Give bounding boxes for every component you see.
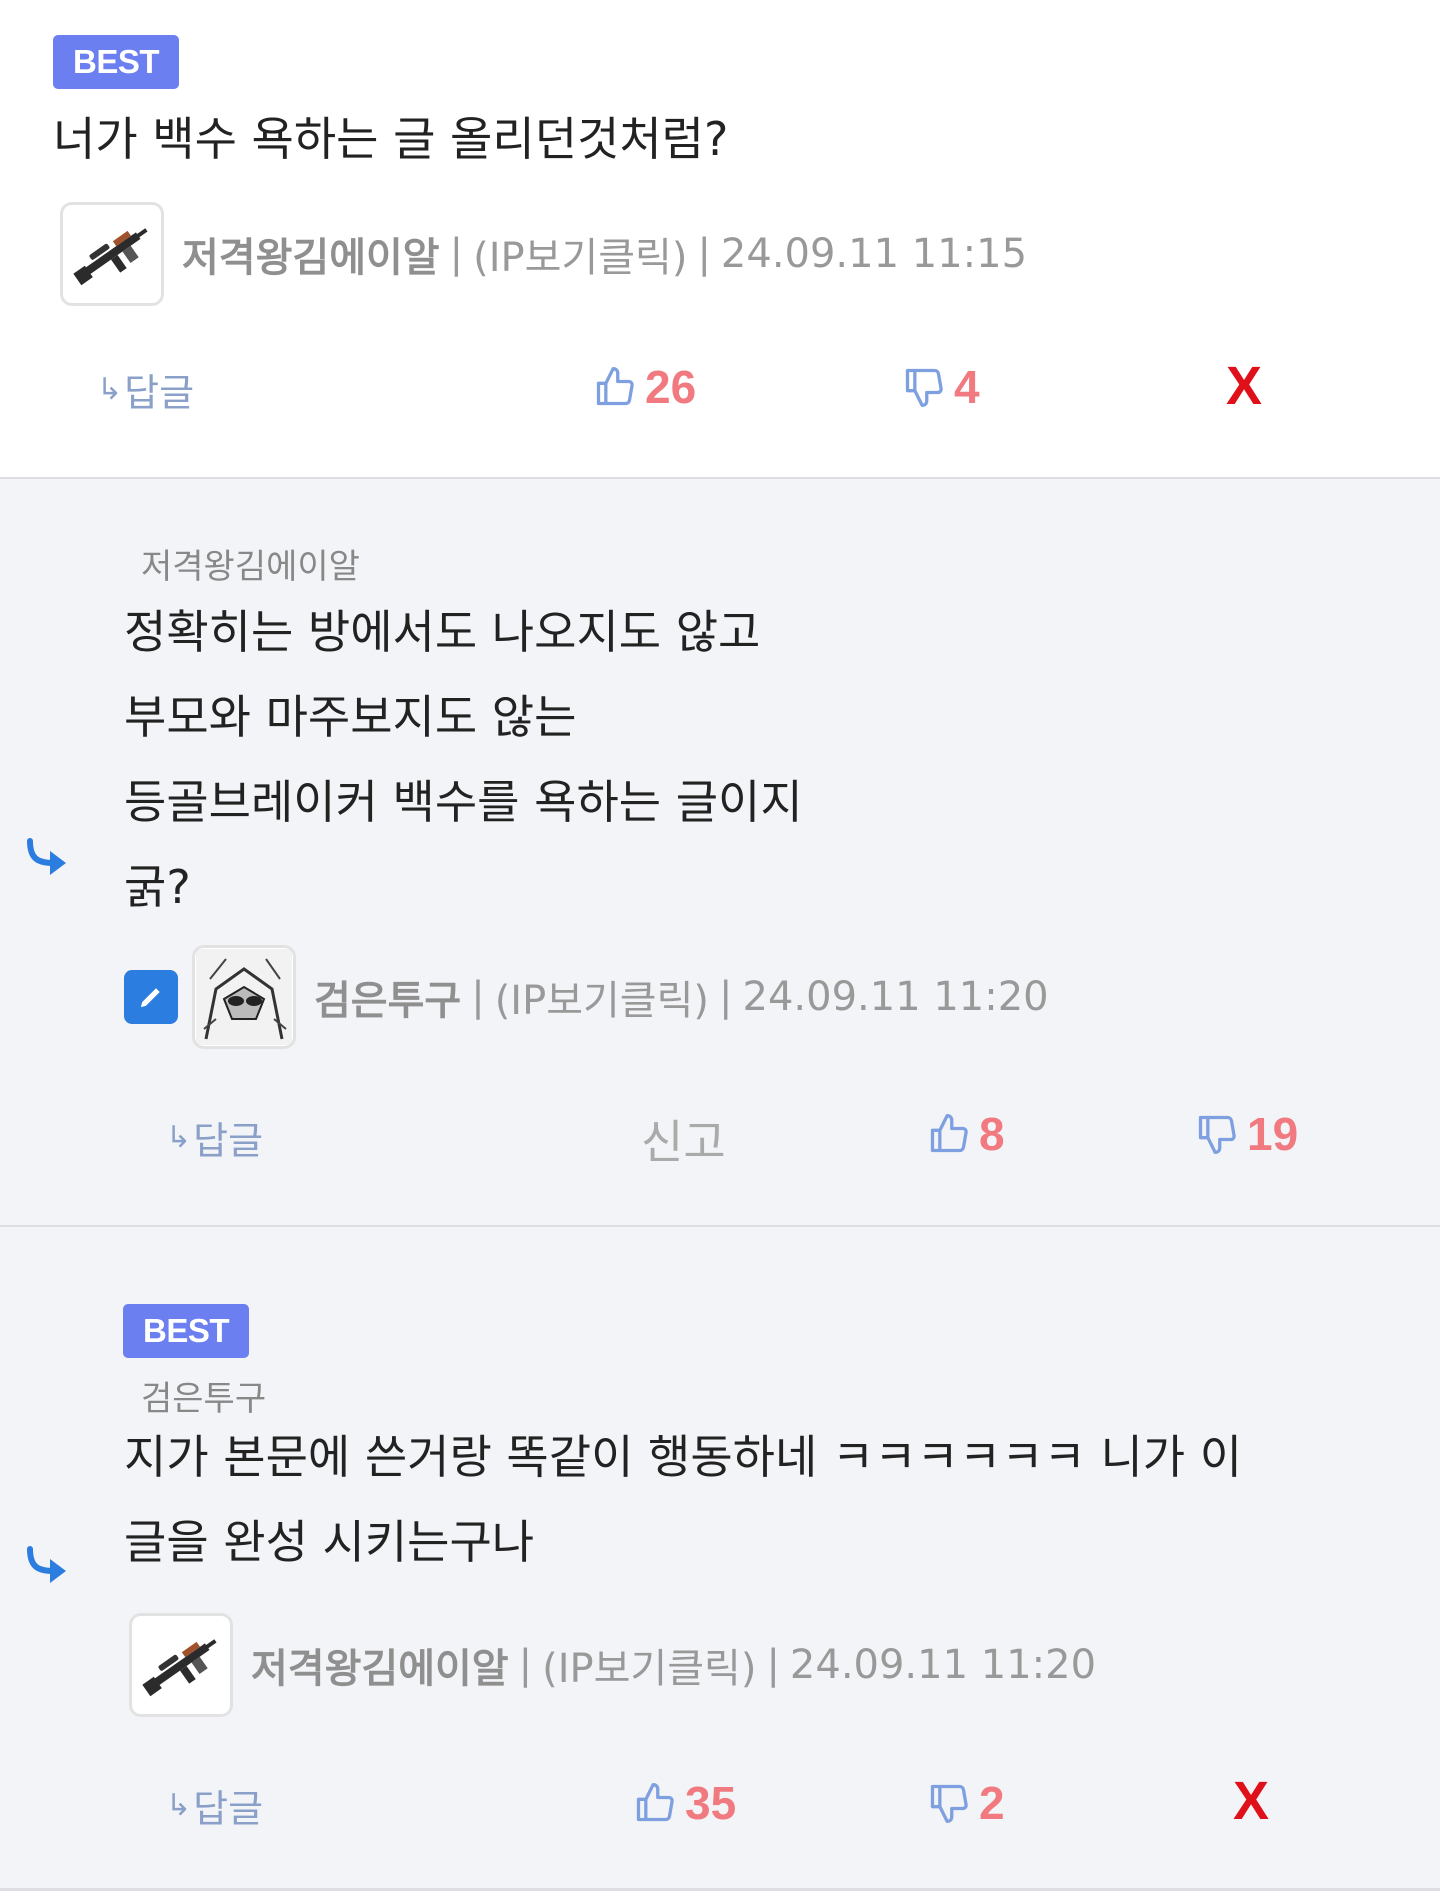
like-count: 26 (645, 361, 697, 413)
comment-date: 24.09.11 11:20 (789, 1642, 1097, 1688)
dislike-button[interactable]: 2 (927, 1776, 1005, 1830)
dislike-button[interactable]: 19 (1195, 1107, 1298, 1161)
comment-line: 지가 본문에 쓴거랑 똑같이 행동하네 ㅋㅋㅋㅋㅋㅋ 니가 이 (124, 1430, 1243, 1484)
best-badge: BEST (123, 1304, 250, 1358)
pencil-icon (141, 988, 160, 1007)
separator: | (518, 1642, 533, 1688)
reply-arrow-icon: ↳ (97, 372, 123, 407)
dislike-count: 4 (954, 361, 980, 413)
reply-button[interactable]: ↳ 답글 (97, 362, 194, 417)
comment-2: 저격왕김에이알 정확히는 방에서도 나오지도 않고 부모와 마주보지도 않는 등… (0, 479, 1440, 1227)
nickname[interactable]: 저격왕김에이알 (182, 225, 440, 283)
comment-line: 글을 완성 시키는구나 (124, 1515, 535, 1569)
nested-reply-arrow-icon (27, 1546, 66, 1583)
like-count: 35 (685, 1777, 737, 1829)
reply-arrow-icon: ↳ (166, 1120, 192, 1155)
rifle-avatar (133, 1617, 229, 1713)
separator: | (697, 231, 711, 277)
comment-meta: 저격왕김에이알 | (IP보기클릭) | 24.09.11 11:15 (60, 198, 1027, 310)
like-count: 8 (979, 1108, 1005, 1160)
like-button[interactable]: 26 (593, 360, 696, 414)
dislike-count: 19 (1247, 1108, 1299, 1160)
avatar[interactable] (129, 1613, 233, 1717)
ip-view-link[interactable]: (IP보기클릭) (495, 968, 709, 1026)
comment-date: 24.09.11 11:20 (742, 974, 1049, 1020)
reply-arrow-icon: ↳ (166, 1788, 192, 1823)
comment-text: 지가 본문에 쓴거랑 똑같이 행동하네 ㅋㅋㅋㅋㅋㅋ 니가 이 글을 완성 시키… (124, 1415, 1242, 1585)
dislike-count: 2 (979, 1777, 1005, 1829)
delete-button[interactable]: X (1233, 1770, 1269, 1832)
reply-label: 답글 (193, 1119, 264, 1163)
nested-reply-arrow-icon (27, 838, 66, 875)
comment-text: 너가 백수 욕하는 글 올리던것처럼? (53, 97, 728, 182)
nickname[interactable]: 검은투구 (314, 968, 461, 1026)
thumbs-down-icon (1198, 1115, 1236, 1154)
like-button[interactable]: 8 (927, 1107, 1005, 1161)
comment-meta: 저격왕김에이알 | (IP보기클릭) | 24.09.11 11:20 (129, 1609, 1096, 1721)
thumbs-down-icon (905, 368, 943, 407)
reply-to-nickname: 검은투구 (141, 1379, 267, 1419)
report-button[interactable]: 신고 (641, 1106, 726, 1172)
separator: | (766, 1642, 780, 1688)
separator: | (719, 974, 733, 1020)
thumbs-up-icon (930, 1114, 968, 1153)
like-button[interactable]: 35 (633, 1776, 736, 1830)
ip-view-link[interactable]: (IP보기클릭) (542, 1636, 756, 1694)
comment-line: 너가 백수 욕하는 글 올리던것처럼? (53, 112, 729, 166)
avatar[interactable] (60, 202, 164, 306)
reply-label: 답글 (124, 371, 195, 415)
reply-to-nickname: 저격왕김에이알 (141, 547, 360, 587)
reply-button[interactable]: ↳ 답글 (166, 1110, 263, 1165)
thumbs-up-icon (636, 1783, 674, 1822)
thumbs-down-icon (930, 1784, 968, 1823)
separator: | (449, 231, 464, 277)
edit-button[interactable] (124, 970, 178, 1024)
comment-text: 정확히는 방에서도 나오지도 않고 부모와 마주보지도 않는 등골브레이커 백수… (124, 590, 803, 930)
delete-button[interactable]: X (1226, 355, 1262, 417)
comment-1: BEST 너가 백수 욕하는 글 올리던것처럼? 저격왕김에이알 | (IP보기… (0, 0, 1440, 479)
comment-3: BEST 검은투구 지가 본문에 쓴거랑 똑같이 행동하네 ㅋㅋㅋㅋㅋㅋ 니가 … (0, 1227, 1440, 1891)
dislike-button[interactable]: 4 (902, 360, 980, 414)
thumbs-up-icon (596, 367, 634, 406)
separator: | (471, 974, 485, 1020)
comment-line: 정확히는 방에서도 나오지도 않고 (124, 605, 761, 659)
reply-label: 답글 (193, 1787, 264, 1831)
comment-date: 24.09.11 11:15 (720, 231, 1028, 277)
rifle-avatar (64, 206, 160, 302)
nickname[interactable]: 저격왕김에이알 (251, 1636, 509, 1694)
comment-line: 등골브레이커 백수를 욕하는 글이지 (124, 775, 803, 829)
avatar[interactable] (192, 945, 296, 1049)
reply-button[interactable]: ↳ 답글 (166, 1778, 263, 1833)
ip-view-link[interactable]: (IP보기클릭) (473, 225, 687, 283)
best-badge: BEST (53, 35, 180, 89)
comment-line: 부모와 마주보지도 않는 (124, 690, 577, 744)
comment-line: 굵? (124, 860, 191, 914)
sketch-avatar (196, 949, 292, 1045)
comment-meta: 검은투구 | (IP보기클릭) | 24.09.11 11:20 (124, 941, 1049, 1053)
